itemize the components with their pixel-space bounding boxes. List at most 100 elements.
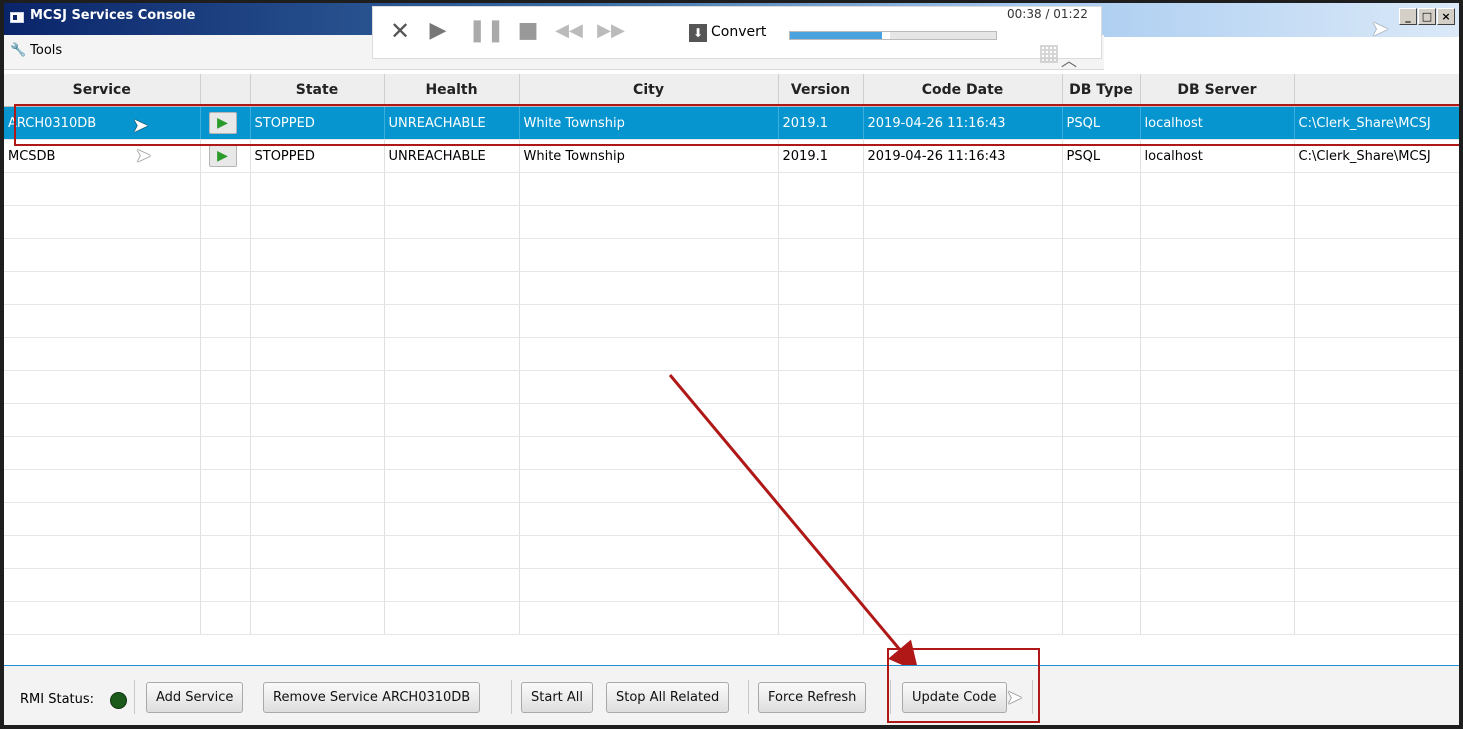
empty-cell — [1294, 403, 1459, 437]
empty-cell — [863, 535, 1063, 569]
empty-cell — [4, 238, 201, 272]
force-refresh-button[interactable]: Force Refresh — [758, 682, 867, 713]
media-player-toolbar: ✕ ▶ ❚❚ ■ ◀◀ ▶▶ ⬇ Convert 00:38 / 01:22 ︿ — [372, 6, 1102, 70]
empty-cell — [4, 502, 201, 536]
progress-knob[interactable] — [880, 32, 890, 39]
tools-menu[interactable]: 🔧 Tools — [10, 43, 62, 58]
column-header-health[interactable]: Health — [384, 74, 520, 107]
empty-table-row — [4, 304, 1459, 338]
state-cell: STOPPED — [250, 139, 385, 173]
table-row[interactable]: ARCH0310DB ▶ STOPPED UNREACHABLE White T… — [4, 106, 1459, 140]
empty-table-row — [4, 172, 1459, 206]
rewind-icon[interactable]: ◀◀ — [554, 13, 584, 49]
download-icon[interactable]: ⬇ — [689, 24, 707, 42]
app-icon — [10, 12, 24, 23]
close-button[interactable]: × — [1437, 8, 1455, 25]
column-header-path[interactable] — [1294, 74, 1459, 107]
empty-cell — [519, 535, 779, 569]
start-service-button[interactable]: ▶ — [208, 112, 237, 134]
empty-table-row — [4, 370, 1459, 404]
empty-cell — [200, 271, 251, 305]
fast-forward-icon[interactable]: ▶▶ — [596, 13, 626, 49]
empty-cell — [4, 568, 201, 602]
empty-cell — [1140, 238, 1295, 272]
empty-cell — [1294, 535, 1459, 569]
empty-cell — [778, 601, 864, 635]
rmi-status-label: RMI Status: — [20, 692, 95, 707]
code-date-cell: 2019-04-26 11:16:43 — [863, 139, 1063, 173]
toolbar-separator — [134, 680, 135, 714]
column-header-city[interactable]: City — [519, 74, 779, 107]
service-cell: MCSDB — [4, 139, 201, 173]
column-header-code-date[interactable]: Code Date — [863, 74, 1063, 107]
table-row[interactable]: MCSDB ▶ STOPPED UNREACHABLE White Townsh… — [4, 139, 1459, 173]
start-all-button[interactable]: Start All — [521, 682, 594, 713]
update-code-button[interactable]: Update Code — [902, 682, 1007, 713]
db-server-cell: localhost — [1140, 106, 1295, 140]
empty-cell — [200, 568, 251, 602]
convert-button[interactable]: Convert — [711, 24, 766, 40]
empty-cell — [4, 403, 201, 437]
empty-cell — [519, 337, 779, 371]
grip-icon[interactable] — [1040, 45, 1058, 63]
empty-cell — [384, 172, 520, 206]
column-header-action[interactable] — [200, 74, 251, 107]
chevron-up-icon[interactable]: ︿ — [1061, 47, 1077, 71]
column-header-version[interactable]: Version — [778, 74, 864, 107]
empty-cell — [1140, 403, 1295, 437]
empty-cell — [778, 172, 864, 206]
add-service-button[interactable]: Add Service — [146, 682, 244, 713]
empty-cell — [250, 172, 385, 206]
empty-cell — [250, 436, 385, 470]
empty-cell — [1062, 601, 1141, 635]
empty-cell — [1140, 568, 1295, 602]
close-icon[interactable]: ✕ — [385, 13, 415, 49]
empty-cell — [778, 502, 864, 536]
maximize-button[interactable]: □ — [1418, 8, 1436, 25]
empty-cell — [200, 535, 251, 569]
playback-progress[interactable] — [789, 31, 997, 40]
empty-cell — [250, 403, 385, 437]
empty-cell — [778, 238, 864, 272]
play-icon[interactable]: ▶ — [423, 13, 453, 49]
empty-cell — [200, 370, 251, 404]
column-header-db-type[interactable]: DB Type — [1062, 74, 1141, 107]
db-type-cell: PSQL — [1062, 106, 1141, 140]
empty-cell — [1294, 502, 1459, 536]
action-cell: ▶ — [200, 139, 251, 173]
empty-cell — [1140, 601, 1295, 635]
action-bar: RMI Status: Add Service Remove Service A… — [4, 665, 1459, 725]
empty-cell — [519, 502, 779, 536]
pause-icon[interactable]: ❚❚ — [468, 13, 505, 49]
state-cell: STOPPED — [250, 106, 385, 140]
remove-service-button[interactable]: Remove Service ARCH0310DB — [263, 682, 481, 713]
stop-all-related-button[interactable]: Stop All Related — [606, 682, 730, 713]
empty-cell — [384, 568, 520, 602]
city-cell: White Township — [519, 106, 779, 140]
empty-cell — [863, 271, 1063, 305]
column-header-db-server[interactable]: DB Server — [1140, 74, 1295, 107]
empty-cell — [1294, 370, 1459, 404]
empty-cell — [1140, 304, 1295, 338]
column-header-service[interactable]: Service — [4, 74, 201, 107]
empty-cell — [1294, 601, 1459, 635]
code-date-cell: 2019-04-26 11:16:43 — [863, 106, 1063, 140]
empty-cell — [1062, 205, 1141, 239]
empty-cell — [1140, 205, 1295, 239]
empty-cell — [863, 205, 1063, 239]
start-service-button[interactable]: ▶ — [208, 145, 237, 167]
empty-cell — [863, 370, 1063, 404]
empty-table-row — [4, 436, 1459, 470]
empty-table-row — [4, 205, 1459, 239]
progress-fill — [790, 32, 885, 39]
empty-cell — [519, 271, 779, 305]
empty-cell — [4, 535, 201, 569]
empty-cell — [250, 370, 385, 404]
stop-icon[interactable]: ■ — [513, 13, 543, 49]
minimize-button[interactable]: _ — [1399, 8, 1417, 25]
empty-cell — [1062, 304, 1141, 338]
version-cell: 2019.1 — [778, 106, 864, 140]
empty-cell — [1062, 436, 1141, 470]
empty-cell — [1062, 172, 1141, 206]
column-header-state[interactable]: State — [250, 74, 385, 107]
